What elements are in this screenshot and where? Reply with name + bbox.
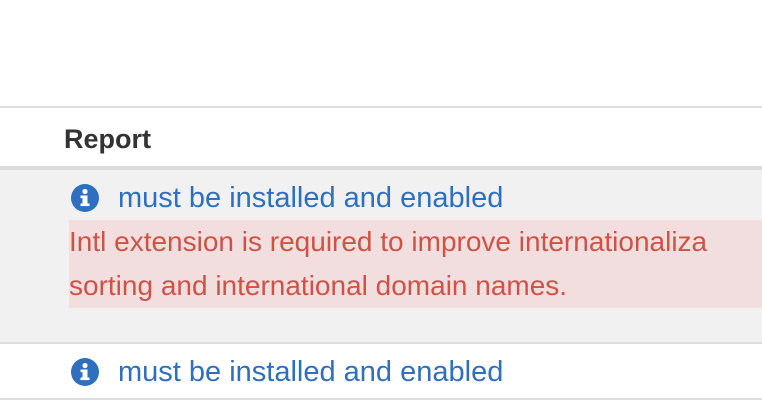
status-line: must be installed and enabled (70, 180, 503, 216)
info-circle-icon[interactable] (70, 357, 100, 387)
status-link[interactable]: must be installed and enabled (118, 182, 503, 215)
status-line: must be installed and enabled (70, 354, 503, 390)
table-header-row: Report (0, 106, 762, 170)
alert-message-line: Intl extension is required to improve in… (69, 226, 708, 257)
status-link[interactable]: must be installed and enabled (118, 356, 503, 389)
error-alert: Intl extension is required to improve in… (69, 220, 762, 308)
info-circle-icon[interactable] (70, 183, 100, 213)
table-row: must be installed and enabled Intl exten… (0, 170, 762, 344)
page: Report must be installed and enabled Int… (0, 0, 762, 400)
alert-message-line: sorting and international domain names. (69, 270, 568, 301)
report-column-header: Report (64, 124, 151, 154)
table-row: must be installed and enabled (0, 344, 762, 400)
